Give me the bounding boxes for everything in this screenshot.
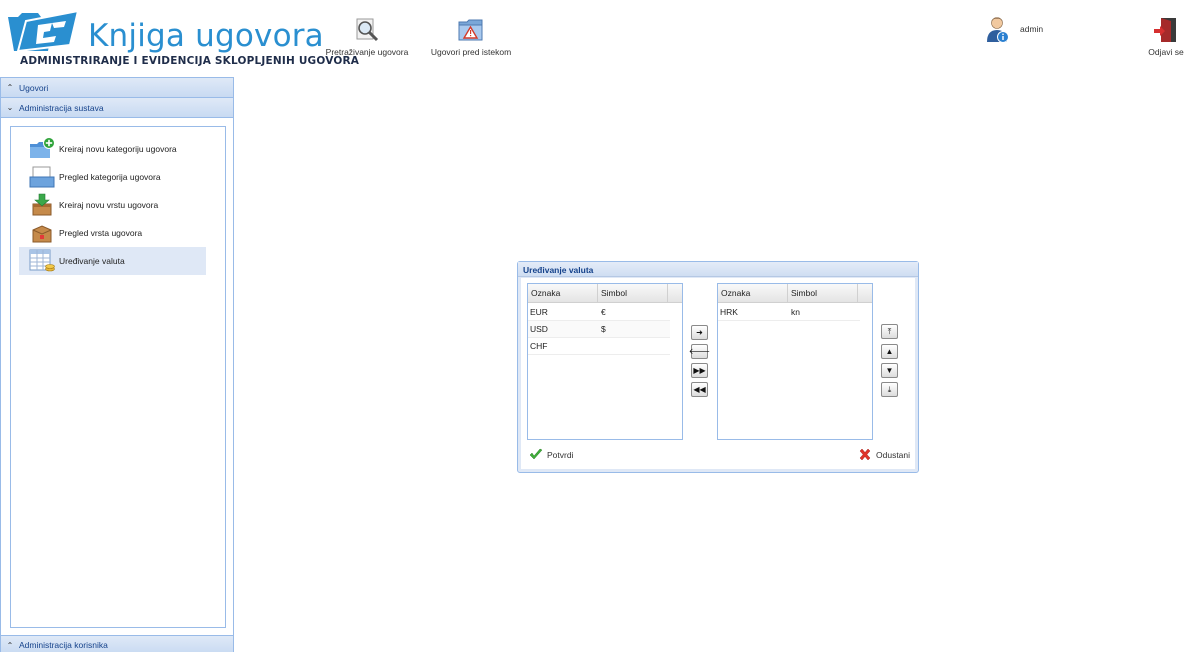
sidebar-section-ugovori[interactable]: ⌃ Ugovori	[1, 78, 233, 98]
cell-simbol: $	[601, 324, 606, 334]
sidebar-section-body: Kreiraj novu kategoriju ugovora Pregled …	[10, 126, 226, 628]
sidebar-item-label: Kreiraj novu kategoriju ugovora	[59, 144, 177, 154]
cancel-label: Odustani	[876, 450, 911, 460]
table-row[interactable]: USD $	[528, 321, 670, 338]
search-contracts-label: Pretraživanje ugovora	[325, 47, 409, 57]
confirm-button[interactable]: Potvrdi	[529, 448, 573, 462]
move-bottom-icon: ⤓	[887, 384, 892, 394]
box-download-icon	[32, 193, 52, 216]
folders-list-icon	[29, 166, 55, 188]
expiring-contracts-label: Ugovori pred istekom	[430, 47, 512, 57]
move-all-left-icon: ◀◀	[693, 384, 706, 394]
logo: Knjiga ugovora ADMINISTRIRANJE I EVIDENC…	[8, 9, 359, 71]
sidebar-item-view-types[interactable]: Pregled vrsta ugovora	[19, 219, 206, 247]
dialog-title-bar[interactable]: Uređivanje valuta	[518, 262, 918, 277]
sidebar-item-currencies[interactable]: Uređivanje valuta	[19, 247, 206, 275]
exit-door-icon	[1154, 18, 1176, 42]
move-down-icon: ▼	[885, 365, 894, 375]
check-icon	[529, 448, 543, 460]
logout-button[interactable]: Odjavi se	[1144, 17, 1188, 57]
move-up-button[interactable]: ▲	[881, 344, 898, 359]
cell-oznaka: EUR	[530, 307, 548, 317]
sidebar: ⌃ Ugovori ⌄ Administracija sustava Kreir…	[0, 77, 234, 652]
move-right-icon: ➜	[696, 327, 703, 337]
logo-folder-icon	[8, 11, 80, 51]
search-contracts-button[interactable]: Pretraživanje ugovora	[324, 17, 410, 57]
sidebar-section-administracija-korisnika[interactable]: ⌃ Administracija korisnika	[1, 635, 233, 652]
cell-oznaka: USD	[530, 324, 548, 334]
move-left-icon: 🡐	[688, 346, 711, 356]
move-top-icon: ⤒	[887, 326, 892, 336]
move-all-left-button[interactable]: ◀◀	[691, 382, 708, 397]
cancel-button[interactable]: Odustani	[858, 448, 910, 462]
logo-title: Knjiga ugovora	[88, 18, 324, 54]
logo-subtitle: ADMINISTRIRANJE I EVIDENCIJA SKLOPLJENIH…	[20, 55, 360, 67]
magnifier-icon	[356, 18, 379, 42]
app-window: Knjiga ugovora ADMINISTRIRANJE I EVIDENC…	[0, 0, 1200, 652]
selected-currencies-grid: Oznaka Simbol HRK kn	[717, 283, 873, 440]
header: Knjiga ugovora ADMINISTRIRANJE I EVIDENC…	[0, 0, 1200, 76]
cell-simbol: €	[601, 307, 606, 317]
sidebar-section-label: Administracija sustava	[19, 102, 104, 113]
table-row[interactable]: HRK kn	[718, 304, 860, 321]
folder-add-icon	[30, 137, 55, 158]
chevron-down-icon: ⌄	[6, 103, 14, 112]
sidebar-item-label: Kreiraj novu vrstu ugovora	[59, 200, 159, 210]
cell-oznaka: CHF	[530, 341, 548, 351]
sidebar-item-label: Pregled kategorija ugovora	[59, 172, 161, 182]
currency-table-icon	[29, 249, 55, 272]
move-up-icon: ▲	[885, 346, 894, 356]
sidebar-item-create-category[interactable]: Kreiraj novu kategoriju ugovora	[19, 135, 206, 163]
grid-header: Oznaka Simbol	[528, 284, 682, 303]
column-header-oznaka[interactable]: Oznaka	[528, 284, 598, 302]
move-bottom-button[interactable]: ⤓	[881, 382, 898, 397]
sidebar-item-view-categories[interactable]: Pregled kategorija ugovora	[19, 163, 206, 191]
table-row[interactable]: EUR €	[528, 304, 670, 321]
sidebar-item-label: Uređivanje valuta	[59, 256, 125, 266]
move-right-button[interactable]: ➜	[691, 325, 708, 340]
sidebar-item-label: Pregled vrsta ugovora	[59, 228, 143, 238]
chevron-up-icon: ⌃	[6, 640, 14, 650]
chevron-up-icon: ⌃	[6, 83, 14, 92]
available-currencies-grid: Oznaka Simbol EUR € USD $ CHF	[527, 283, 683, 440]
move-all-right-button[interactable]: ▶▶	[691, 363, 708, 378]
box-icon	[32, 225, 52, 243]
column-header-oznaka[interactable]: Oznaka	[718, 284, 788, 302]
column-header-simbol[interactable]: Simbol	[598, 284, 668, 302]
expiring-contracts-button[interactable]: Ugovori pred istekom	[428, 17, 514, 57]
dialog-body: Oznaka Simbol EUR € USD $ CHF ➜ 🡐 ▶▶ ◀◀ …	[521, 278, 915, 469]
sidebar-section-label: Administracija korisnika	[19, 640, 108, 650]
confirm-label: Potvrdi	[547, 450, 574, 460]
user-menu[interactable]: admin	[986, 16, 1043, 44]
user-name: admin	[1020, 24, 1044, 34]
currency-dialog: Uređivanje valuta Oznaka Simbol EUR € US…	[517, 261, 919, 473]
cell-oznaka: HRK	[720, 307, 738, 317]
sidebar-section-administracija-sustava[interactable]: ⌄ Administracija sustava	[1, 98, 233, 118]
table-row[interactable]: CHF	[528, 338, 670, 355]
move-all-right-icon: ▶▶	[693, 365, 706, 375]
move-left-button[interactable]: 🡐	[688, 344, 711, 359]
column-header-simbol[interactable]: Simbol	[788, 284, 858, 302]
user-info-icon	[987, 17, 1009, 43]
cell-simbol: kn	[791, 307, 800, 317]
folder-warning-icon	[458, 19, 483, 41]
grid-header: Oznaka Simbol	[718, 284, 872, 303]
sidebar-section-label: Ugovori	[19, 82, 49, 93]
close-icon	[859, 448, 871, 461]
move-top-button[interactable]: ⤒	[881, 324, 898, 339]
dialog-title: Uređivanje valuta	[523, 265, 594, 275]
sidebar-item-create-type[interactable]: Kreiraj novu vrstu ugovora	[19, 191, 206, 219]
move-down-button[interactable]: ▼	[881, 363, 898, 378]
logout-label: Odjavi se	[1148, 47, 1184, 57]
